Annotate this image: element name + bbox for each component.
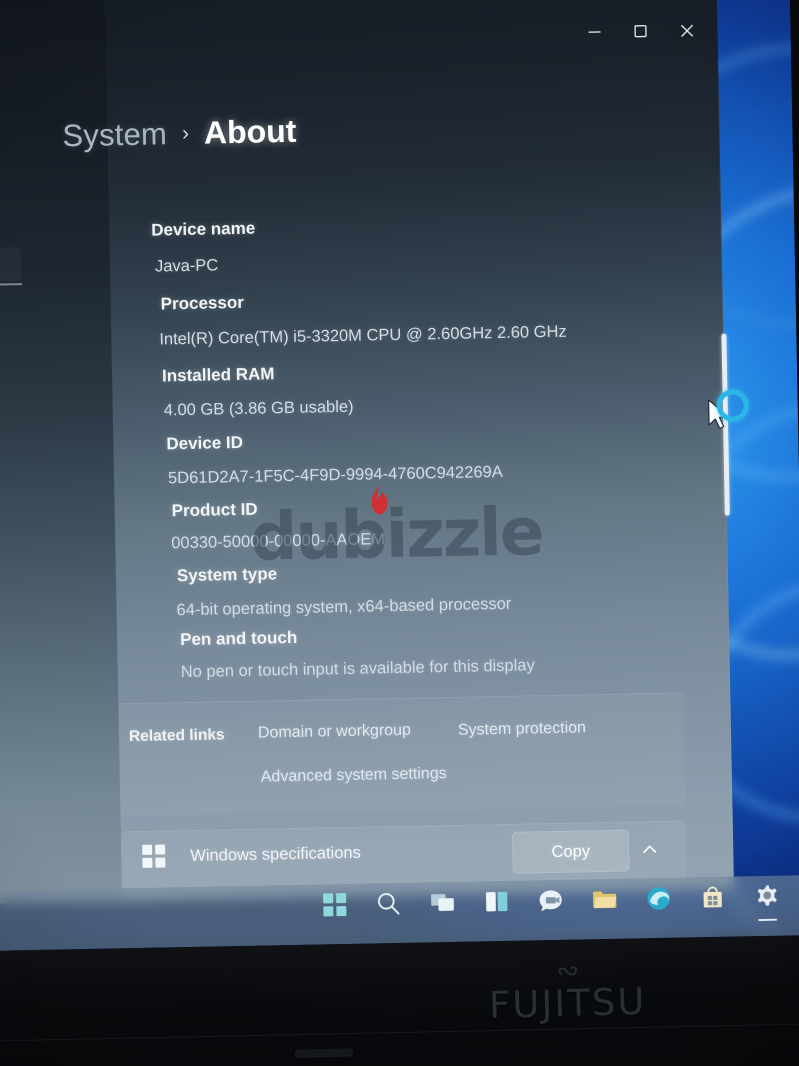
flame-icon xyxy=(368,485,391,515)
task-view-icon xyxy=(429,889,457,917)
settings-window: System › About Device name Java-PC Proce… xyxy=(0,0,735,904)
taskbar-item-file-explorer[interactable] xyxy=(589,884,621,916)
row-value-pen-and-touch: No pen or touch input is available for t… xyxy=(180,656,535,682)
folder-icon xyxy=(591,886,619,914)
row-label-processor: Processor xyxy=(160,292,245,314)
related-link-domain-or-workgroup[interactable]: Domain or workgroup xyxy=(258,722,411,743)
laptop-screen: System › About Device name Java-PC Proce… xyxy=(0,0,799,951)
fujitsu-logo-icon xyxy=(558,965,579,979)
related-link-system-protection[interactable]: System protection xyxy=(458,719,586,739)
copy-button[interactable]: Copy xyxy=(511,829,630,874)
row-value-device-name: Java-PC xyxy=(154,256,219,276)
windows-start-icon xyxy=(323,893,347,917)
taskbar-item-settings[interactable] xyxy=(751,881,783,922)
related-link-advanced-system-settings[interactable]: Advanced system settings xyxy=(261,765,447,787)
fujitsu-brand-text: FUJITSU xyxy=(488,979,647,1028)
taskbar-active-indicator xyxy=(757,918,777,922)
taskbar-item-search[interactable] xyxy=(373,888,405,920)
windows-specifications-label: Windows specifications xyxy=(190,843,362,865)
taskbar-item-task-view[interactable] xyxy=(427,887,459,919)
widgets-icon xyxy=(483,888,511,916)
row-value-processor: Intel(R) Core(TM) i5-3320M CPU @ 2.60GHz… xyxy=(159,322,567,349)
chevron-up-icon[interactable] xyxy=(629,829,670,870)
related-links-title: Related links xyxy=(128,726,225,746)
row-value-installed-ram: 4.00 GB (3.86 GB usable) xyxy=(163,397,354,420)
taskbar-item-widgets[interactable] xyxy=(481,886,513,918)
taskbar-item-edge[interactable] xyxy=(643,883,675,915)
windows-logo-icon xyxy=(142,844,166,868)
row-label-product-id: Product ID xyxy=(171,499,258,521)
row-value-device-id: 5D61D2A7-1F5C-4F9D-9994-4760C942269A xyxy=(167,462,503,488)
gear-icon xyxy=(753,883,781,911)
taskbar-item-chat[interactable] xyxy=(535,885,567,917)
related-links-card xyxy=(118,692,686,817)
row-label-pen-and-touch: Pen and touch xyxy=(179,627,298,650)
dubizzle-watermark: dubizzle xyxy=(249,493,544,576)
taskbar-item-start[interactable] xyxy=(319,889,351,921)
row-label-device-name: Device name xyxy=(151,218,256,240)
row-label-installed-ram: Installed RAM xyxy=(161,364,275,386)
chat-icon xyxy=(537,887,565,915)
search-icon xyxy=(375,890,403,918)
taskbar-item-microsoft-store[interactable] xyxy=(697,882,729,914)
screenshot-root: FUJITSU System › About Device name Java-… xyxy=(0,0,799,1066)
edge-browser-icon xyxy=(645,885,673,913)
store-bag-icon xyxy=(699,884,727,912)
row-value-system-type: 64-bit operating system, x64-based proce… xyxy=(176,594,512,620)
row-label-device-id: Device ID xyxy=(166,432,244,454)
